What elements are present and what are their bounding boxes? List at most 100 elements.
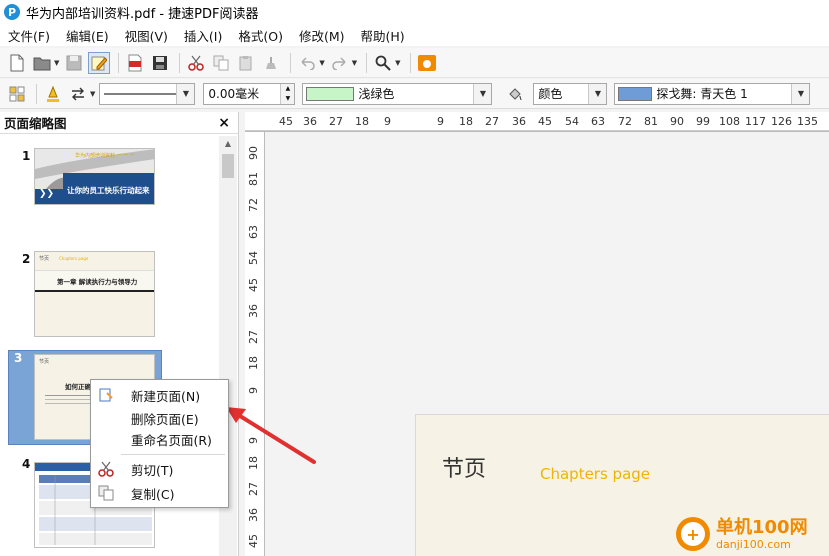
paint-bucket-icon[interactable] (504, 83, 526, 105)
thumbnail-item[interactable]: 2 节页 Chapters page 第一章 解读执行力与领导力 (0, 249, 219, 344)
page-subtitle: Chapters page (540, 465, 651, 483)
thumbnail-subheader: Chapters page (59, 256, 89, 261)
ruler-label: 72 (247, 198, 260, 212)
ruler-label: 36 (303, 115, 317, 128)
chevron-down-icon[interactable]: ▼ (90, 90, 95, 98)
theme-color-select[interactable]: 探戈舞: 青天色 1 ▼ (614, 82, 811, 105)
ruler-label: 27 (247, 330, 260, 344)
menu-modify[interactable]: 修改(M) (293, 26, 351, 45)
chevron-down-icon[interactable]: ▼ (791, 83, 810, 104)
ruler-label: 9 (247, 387, 260, 394)
window-title: 华为内部培训资料.pdf - 捷速PDF阅读器 (26, 6, 259, 22)
menu-help[interactable]: 帮助(H) (355, 26, 411, 45)
ruler-label: 9 (437, 115, 444, 128)
grid-icon[interactable] (6, 83, 28, 105)
zoom-icon[interactable] (372, 52, 394, 74)
chevron-right-icon: ❯❯ (35, 189, 63, 204)
undo-icon[interactable] (296, 52, 318, 74)
save-disk-icon[interactable] (149, 52, 171, 74)
toolbar-separator (409, 52, 411, 73)
menu-item-label: 新建页面(N) (131, 388, 201, 404)
thumbnail-title: 如何正确 (65, 383, 91, 391)
close-icon[interactable]: × (218, 115, 230, 131)
thumbnail-number: 3 (14, 351, 23, 365)
menu-item-label: 复制(C) (131, 486, 175, 502)
theme-color-swatch (618, 86, 653, 101)
chevron-down-icon[interactable]: ▼ (176, 83, 195, 104)
ruler-label: 45 (247, 534, 260, 548)
cut-icon[interactable] (185, 52, 207, 74)
menu-insert[interactable]: 插入(I) (178, 26, 228, 45)
color-mode-select[interactable]: 颜色 ▼ (533, 82, 608, 105)
line-style-select[interactable]: ▼ (99, 82, 196, 105)
fill-color-label: 浅绿色 (358, 87, 395, 101)
watermark-url: danji100.com (716, 537, 791, 551)
ruler-label: 45 (538, 115, 552, 128)
thumbnail-item[interactable]: 1 ❯❯ 华为内部培训资料 一 一 一 让你的员工快乐行动起来 (0, 146, 219, 241)
new-page-icon[interactable] (6, 52, 28, 74)
launch-icon[interactable] (416, 52, 438, 74)
ruler-label: 36 (247, 508, 260, 522)
line-width-input[interactable]: 0.00毫米 ▲ ▼ (203, 82, 296, 105)
ruler-label: 63 (247, 225, 260, 239)
ruler-label: 72 (618, 115, 632, 128)
chevron-down-icon[interactable]: ▼ (352, 59, 357, 67)
title-bar: P 华为内部培训资料.pdf - 捷速PDF阅读器 (0, 0, 829, 24)
menu-item-label: 剪切(T) (131, 462, 174, 478)
scrollbar-thumb[interactable] (222, 154, 234, 178)
ruler-label: 117 (745, 115, 766, 128)
ruler-label: 9 (247, 437, 260, 444)
save-icon[interactable] (63, 52, 85, 74)
spin-buttons[interactable]: ▲ ▼ (280, 83, 295, 104)
ruler-label: 18 (355, 115, 369, 128)
menu-item-new-page[interactable]: 新建页面(N) (91, 384, 228, 406)
highlight-icon[interactable] (42, 83, 64, 105)
menu-separator (121, 454, 225, 455)
menu-format[interactable]: 格式(O) (232, 26, 289, 45)
chevron-down-icon[interactable]: ▼ (319, 59, 324, 67)
menu-item-label: 重命名页面(R) (131, 432, 212, 448)
chevron-down-icon[interactable]: ▼ (395, 59, 400, 67)
format-paint-icon[interactable] (260, 52, 282, 74)
watermark-text: 单机100网 danji100.com (716, 516, 808, 551)
menu-item-delete-page[interactable]: 删除页面(E) (91, 407, 228, 429)
ruler-label: 90 (247, 146, 260, 160)
ruler-label: 99 (696, 115, 710, 128)
app-logo-icon: P (4, 4, 20, 20)
ruler-label: 18 (459, 115, 473, 128)
chevron-down-icon[interactable]: ▼ (588, 83, 607, 104)
ruler-label: 81 (644, 115, 658, 128)
menu-item-rename-page[interactable]: 重命名页面(R) (91, 428, 228, 450)
chevron-down-icon[interactable]: ▼ (473, 83, 492, 104)
thumbnail-number: 4 (22, 457, 31, 471)
thumbnail-page: ❯❯ 华为内部培训资料 一 一 一 让你的员工快乐行动起来 (34, 148, 155, 205)
chevron-down-icon[interactable]: ▼ (54, 59, 59, 67)
ruler-label: 90 (670, 115, 684, 128)
redo-icon[interactable] (329, 52, 351, 74)
open-folder-icon[interactable] (31, 52, 53, 74)
menu-view[interactable]: 视图(V) (119, 26, 174, 45)
thumbnail-number: 1 (22, 149, 31, 163)
pdf-export-icon[interactable] (124, 52, 146, 74)
fill-color-select[interactable]: 浅绿色 ▼ (302, 82, 493, 105)
menu-file[interactable]: 文件(F) (2, 26, 56, 45)
menu-item-cut[interactable]: 剪切(T) (91, 458, 228, 480)
edit-icon[interactable] (88, 51, 111, 74)
ruler-label: 135 (797, 115, 818, 128)
scroll-up-icon[interactable]: ▲ (219, 136, 237, 152)
thumbnail-banner-text: 华为内部培训资料 一 一 一 (75, 153, 135, 159)
line-width-value: 0.00毫米 (208, 87, 260, 101)
menu-edit[interactable]: 编辑(E) (60, 26, 115, 45)
main-toolbar: ▼ ▼ ▼ ▼ (0, 48, 829, 78)
paste-icon[interactable] (235, 52, 257, 74)
menu-item-copy[interactable]: 复制(C) (91, 482, 228, 504)
watermark-name: 单机100网 (716, 516, 808, 538)
thumbnail-header: 节页 (39, 359, 50, 365)
theme-color-label: 探戈舞: 青天色 1 (656, 87, 748, 101)
arrows-icon[interactable] (67, 83, 89, 105)
thumbnail-page: 节页 Chapters page 第一章 解读执行力与领导力 (34, 251, 155, 337)
copy-icon[interactable] (210, 52, 232, 74)
divider (35, 290, 154, 292)
menu-item-label: 删除页面(E) (131, 411, 199, 427)
ruler-label: 27 (329, 115, 343, 128)
